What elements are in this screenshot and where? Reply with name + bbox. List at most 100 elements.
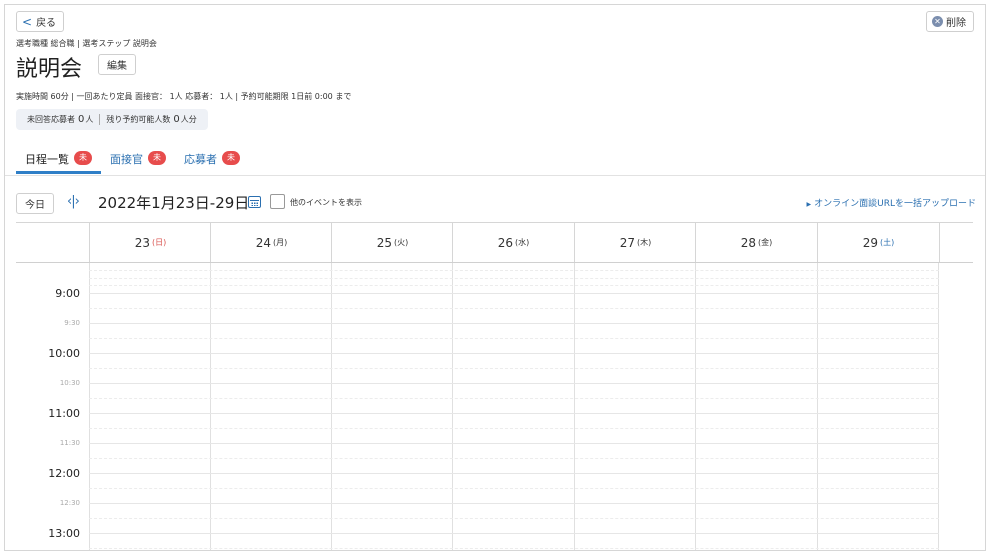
day-of-week: (月) xyxy=(273,238,288,247)
day-of-week: (水) xyxy=(515,238,530,247)
grid-line xyxy=(89,503,939,504)
grid-line xyxy=(89,473,939,474)
edit-button[interactable]: 編集 xyxy=(98,54,136,75)
day-header-tue[interactable]: 25 (火) xyxy=(331,223,453,262)
grid-line xyxy=(89,323,939,324)
time-label: 10:30 xyxy=(59,379,80,387)
calendar-header-row: 23 (日) 24 (月) 25 (火) 26 (水) 27 (木) 28 (金) 29 (土… xyxy=(16,223,973,263)
day-number: 29 xyxy=(862,235,879,250)
event-meta: 実施時間 60分 | 一回あたり定員 面接官： 1人 応募者： 1人 | 予約可… xyxy=(16,92,352,101)
grid-line xyxy=(89,278,939,279)
day-number: 24 xyxy=(255,235,272,250)
column-divider xyxy=(89,263,90,550)
day-number: 23 xyxy=(134,235,151,250)
grid-line xyxy=(89,548,939,549)
day-header-thu[interactable]: 27 (木) xyxy=(574,223,696,262)
day-header-sat[interactable]: 29 (土) xyxy=(817,223,940,262)
chevron-left-icon: < xyxy=(22,14,33,29)
tab-label: 面接官 xyxy=(110,153,143,166)
day-of-week: (木) xyxy=(637,238,652,247)
time-label: 9:30 xyxy=(64,319,80,327)
grid-line xyxy=(89,338,939,339)
calendar-grid[interactable]: 9:00 9:30 10:00 10:30 11:00 11:30 12:00 … xyxy=(16,263,973,550)
stats-divider xyxy=(99,114,101,125)
grid-line xyxy=(89,368,939,369)
grid-line xyxy=(89,293,939,294)
day-of-week: (日) xyxy=(152,238,167,247)
status-badge: 未 xyxy=(222,151,240,165)
day-header-mon[interactable]: 24 (月) xyxy=(210,223,332,262)
grid-line xyxy=(89,413,939,414)
time-label: 12:00 xyxy=(48,467,80,480)
grid-line xyxy=(89,353,939,354)
app-frame: < 戻る ✕ 削除 選考職種 総合職 | 選考ステップ 説明会 説明会 編集 実… xyxy=(4,4,986,551)
day-of-week: (火) xyxy=(394,238,409,247)
column-divider xyxy=(817,263,818,550)
column-divider xyxy=(695,263,696,550)
tab-interviewers[interactable]: 面接官 未 xyxy=(101,147,175,174)
show-other-events-checkbox[interactable] xyxy=(270,194,285,209)
tab-bar: 日程一覧 未 面接官 未 応募者 未 xyxy=(16,147,249,174)
time-label: 12:30 xyxy=(59,499,80,507)
grid-line xyxy=(89,488,939,489)
day-number: 27 xyxy=(619,235,636,250)
tab-label: 日程一覧 xyxy=(25,153,69,166)
day-of-week: (金) xyxy=(758,238,773,247)
grid-line xyxy=(89,518,939,519)
delete-button[interactable]: ✕ 削除 xyxy=(926,11,974,32)
tab-label: 応募者 xyxy=(184,153,217,166)
time-label: 13:00 xyxy=(48,527,80,540)
remaining-value: 0 xyxy=(173,114,180,125)
column-divider xyxy=(452,263,453,550)
grid-line xyxy=(89,533,939,534)
week-nav-arrows[interactable]: ‹|› xyxy=(67,194,80,209)
column-divider xyxy=(331,263,332,550)
bulk-upload-label: オンライン面談URLを一括アップロード xyxy=(814,199,976,209)
delete-label: 削除 xyxy=(946,18,966,29)
remaining-unit: 人分 xyxy=(180,115,197,124)
grid-line xyxy=(89,443,939,444)
day-number: 26 xyxy=(497,235,514,250)
unanswered-label: 未回答応募者 xyxy=(27,115,75,124)
column-divider xyxy=(210,263,211,550)
calendar-toolbar: 今日 ‹|› 2022年1月23日-29日 他のイベントを表示 ▶ オンライン面談… xyxy=(16,193,976,215)
grid-line xyxy=(89,383,939,384)
grid-line xyxy=(89,458,939,459)
status-badge: 未 xyxy=(148,151,166,165)
day-header-fri[interactable]: 28 (金) xyxy=(695,223,817,262)
breadcrumb: 選考職種 総合職 | 選考ステップ 説明会 xyxy=(16,39,157,48)
time-label: 11:30 xyxy=(59,439,80,447)
remaining-label: 残り予約可能人数 xyxy=(106,115,171,124)
day-header-wed[interactable]: 26 (水) xyxy=(452,223,574,262)
grid-line xyxy=(89,428,939,429)
day-of-week: (土) xyxy=(880,238,895,247)
column-divider xyxy=(574,263,575,550)
day-number: 25 xyxy=(376,235,393,250)
page-title: 説明会 xyxy=(16,57,83,82)
grid-line xyxy=(89,398,939,399)
day-header-sun[interactable]: 23 (日) xyxy=(89,223,211,262)
stats-box: 未回答応募者 0 人 残り予約可能人数 0 人分 xyxy=(16,109,208,130)
date-range: 2022年1月23日-29日 xyxy=(98,194,250,212)
back-button[interactable]: < 戻る xyxy=(16,11,65,32)
tab-schedule[interactable]: 日程一覧 未 xyxy=(16,147,101,174)
grid-line xyxy=(89,285,939,286)
today-button[interactable]: 今日 xyxy=(16,193,54,214)
unanswered-value: 0 xyxy=(78,114,85,125)
grid-line xyxy=(89,308,939,309)
close-circle-icon: ✕ xyxy=(932,16,943,27)
bulk-upload-link[interactable]: ▶ オンライン面談URLを一括アップロード xyxy=(807,196,976,209)
column-divider xyxy=(938,263,939,550)
time-label: 11:00 xyxy=(48,407,80,420)
calendar-icon[interactable] xyxy=(248,196,261,208)
unanswered-unit: 人 xyxy=(85,115,94,124)
tab-divider xyxy=(5,175,985,176)
time-label: 10:00 xyxy=(48,347,80,360)
show-other-events-label: 他のイベントを表示 xyxy=(290,198,362,207)
grid-line xyxy=(89,270,939,271)
day-number: 28 xyxy=(740,235,757,250)
back-label: 戻る xyxy=(36,18,57,29)
time-label: 9:00 xyxy=(55,287,80,300)
triangle-right-icon: ▶ xyxy=(806,201,812,208)
tab-applicants[interactable]: 応募者 未 xyxy=(175,147,249,174)
